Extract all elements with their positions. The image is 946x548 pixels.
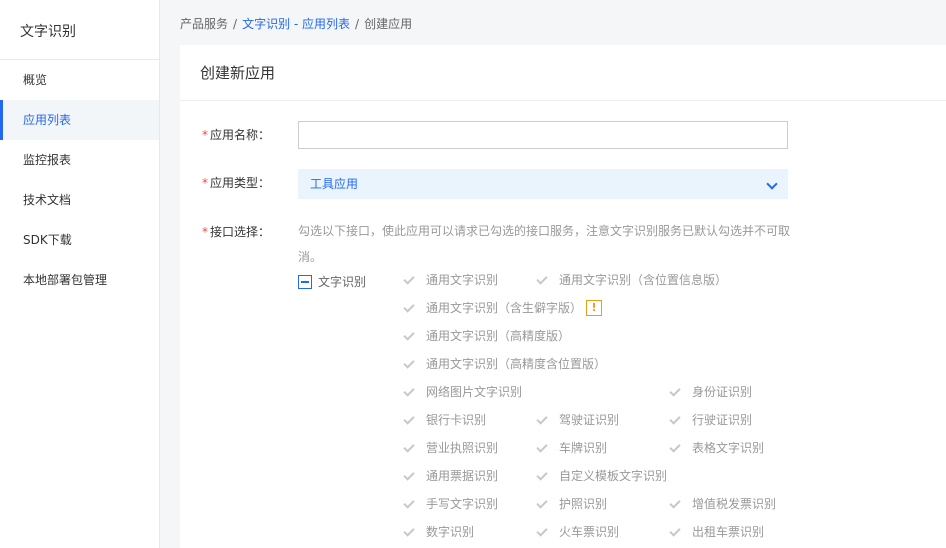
- check-icon: [535, 525, 549, 539]
- create-app-panel: 创建新应用 * 应用名称： * 应用类型： 工具应用 * 接口选择： 勾选以下接口，使…: [180, 45, 946, 548]
- api-checkbox-vat-invoice[interactable]: 增值税发票识别: [668, 495, 776, 512]
- breadcrumb-root[interactable]: 产品服务: [180, 17, 228, 31]
- check-icon: [402, 301, 416, 315]
- api-checkbox-general-location[interactable]: 通用文字识别（含位置信息版）: [535, 271, 727, 288]
- api-checkbox-general-rare-chars[interactable]: 通用文字识别（含生僻字版）!: [402, 299, 603, 316]
- collapse-minus-icon[interactable]: [298, 274, 312, 289]
- sidebar-item-app-list[interactable]: 应用列表: [0, 100, 159, 140]
- api-checkbox-custom-template[interactable]: 自定义模板文字识别: [535, 467, 667, 484]
- check-icon: [668, 385, 682, 399]
- check-icon: [402, 329, 416, 343]
- sidebar-item-overview[interactable]: 概览: [0, 60, 159, 100]
- app-name-input[interactable]: [298, 121, 788, 149]
- check-icon: [535, 497, 549, 511]
- breadcrumb-separator: /: [233, 17, 238, 31]
- api-checkbox-table[interactable]: 表格文字识别: [668, 439, 764, 456]
- required-mark: *: [202, 128, 208, 142]
- check-icon: [402, 441, 416, 455]
- api-checkbox-train-ticket[interactable]: 火车票识别: [535, 523, 619, 540]
- sidebar-title: 文字识别: [0, 4, 159, 60]
- api-checkbox-driving-license[interactable]: 驾驶证识别: [535, 411, 619, 428]
- ocr-group-toggle[interactable]: 文字识别: [298, 273, 366, 290]
- breadcrumb: 产品服务 / 文字识别 - 应用列表 / 创建应用: [160, 0, 946, 45]
- api-checkbox-numbers[interactable]: 数字识别: [402, 523, 474, 540]
- check-icon: [402, 273, 416, 287]
- chevron-down-icon: [766, 178, 778, 190]
- breadcrumb-current: 创建应用: [364, 17, 413, 31]
- sidebar-item-monitoring[interactable]: 监控报表: [0, 140, 159, 180]
- api-checkbox-accurate-location[interactable]: 通用文字识别（高精度含位置版）: [402, 355, 606, 372]
- breadcrumb-separator: /: [355, 17, 360, 31]
- sidebar-item-sdk-download[interactable]: SDK下载: [0, 220, 159, 260]
- check-icon: [402, 357, 416, 371]
- check-icon: [535, 469, 549, 483]
- sidebar-item-docs[interactable]: 技术文档: [0, 180, 159, 220]
- warning-icon[interactable]: !: [586, 299, 603, 316]
- api-checkbox-receipt[interactable]: 通用票据识别: [402, 467, 498, 484]
- app-name-label: * 应用名称：: [202, 128, 271, 142]
- required-mark: *: [202, 176, 208, 190]
- api-checkbox-general[interactable]: 通用文字识别: [402, 271, 498, 288]
- check-icon: [402, 525, 416, 539]
- check-icon: [402, 385, 416, 399]
- check-icon: [402, 413, 416, 427]
- breadcrumb-app-list-link[interactable]: 文字识别 - 应用列表: [242, 17, 350, 31]
- api-checkbox-web-image[interactable]: 网络图片文字识别: [402, 383, 522, 400]
- api-checkbox-business-license[interactable]: 营业执照识别: [402, 439, 498, 456]
- sidebar-item-local-deploy[interactable]: 本地部署包管理: [0, 260, 159, 300]
- check-icon: [668, 413, 682, 427]
- api-checkbox-accurate[interactable]: 通用文字识别（高精度版）: [402, 327, 570, 344]
- check-icon: [535, 441, 549, 455]
- page-title: 创建新应用: [180, 45, 946, 101]
- api-checkbox-bank-card[interactable]: 银行卡识别: [402, 411, 486, 428]
- check-icon: [668, 497, 682, 511]
- required-mark: *: [202, 225, 208, 239]
- check-icon: [535, 413, 549, 427]
- check-icon: [535, 273, 549, 287]
- sidebar: 文字识别 概览 应用列表 监控报表 技术文档 SDK下载 本地部署包管理: [0, 0, 160, 548]
- check-icon: [402, 497, 416, 511]
- app-type-value: 工具应用: [310, 177, 359, 191]
- api-select-label: * 接口选择：: [202, 225, 271, 239]
- app-type-select[interactable]: 工具应用: [298, 169, 788, 199]
- api-checkbox-taxi-receipt[interactable]: 出租车票识别: [668, 523, 764, 540]
- app-type-label: * 应用类型：: [202, 176, 271, 190]
- api-checkbox-license-plate[interactable]: 车牌识别: [535, 439, 607, 456]
- check-icon: [668, 525, 682, 539]
- api-checkbox-id-card[interactable]: 身份证识别: [668, 383, 752, 400]
- api-checkbox-vehicle-license[interactable]: 行驶证识别: [668, 411, 752, 428]
- check-icon: [402, 469, 416, 483]
- check-icon: [668, 441, 682, 455]
- api-checkbox-handwriting[interactable]: 手写文字识别: [402, 495, 498, 512]
- ocr-group-label: 文字识别: [318, 275, 367, 289]
- api-checkbox-passport[interactable]: 护照识别: [535, 495, 607, 512]
- api-description: 勾选以下接口，使此应用可以请求已勾选的接口服务，注意文字识别服务已默认勾选并不可…: [298, 224, 791, 264]
